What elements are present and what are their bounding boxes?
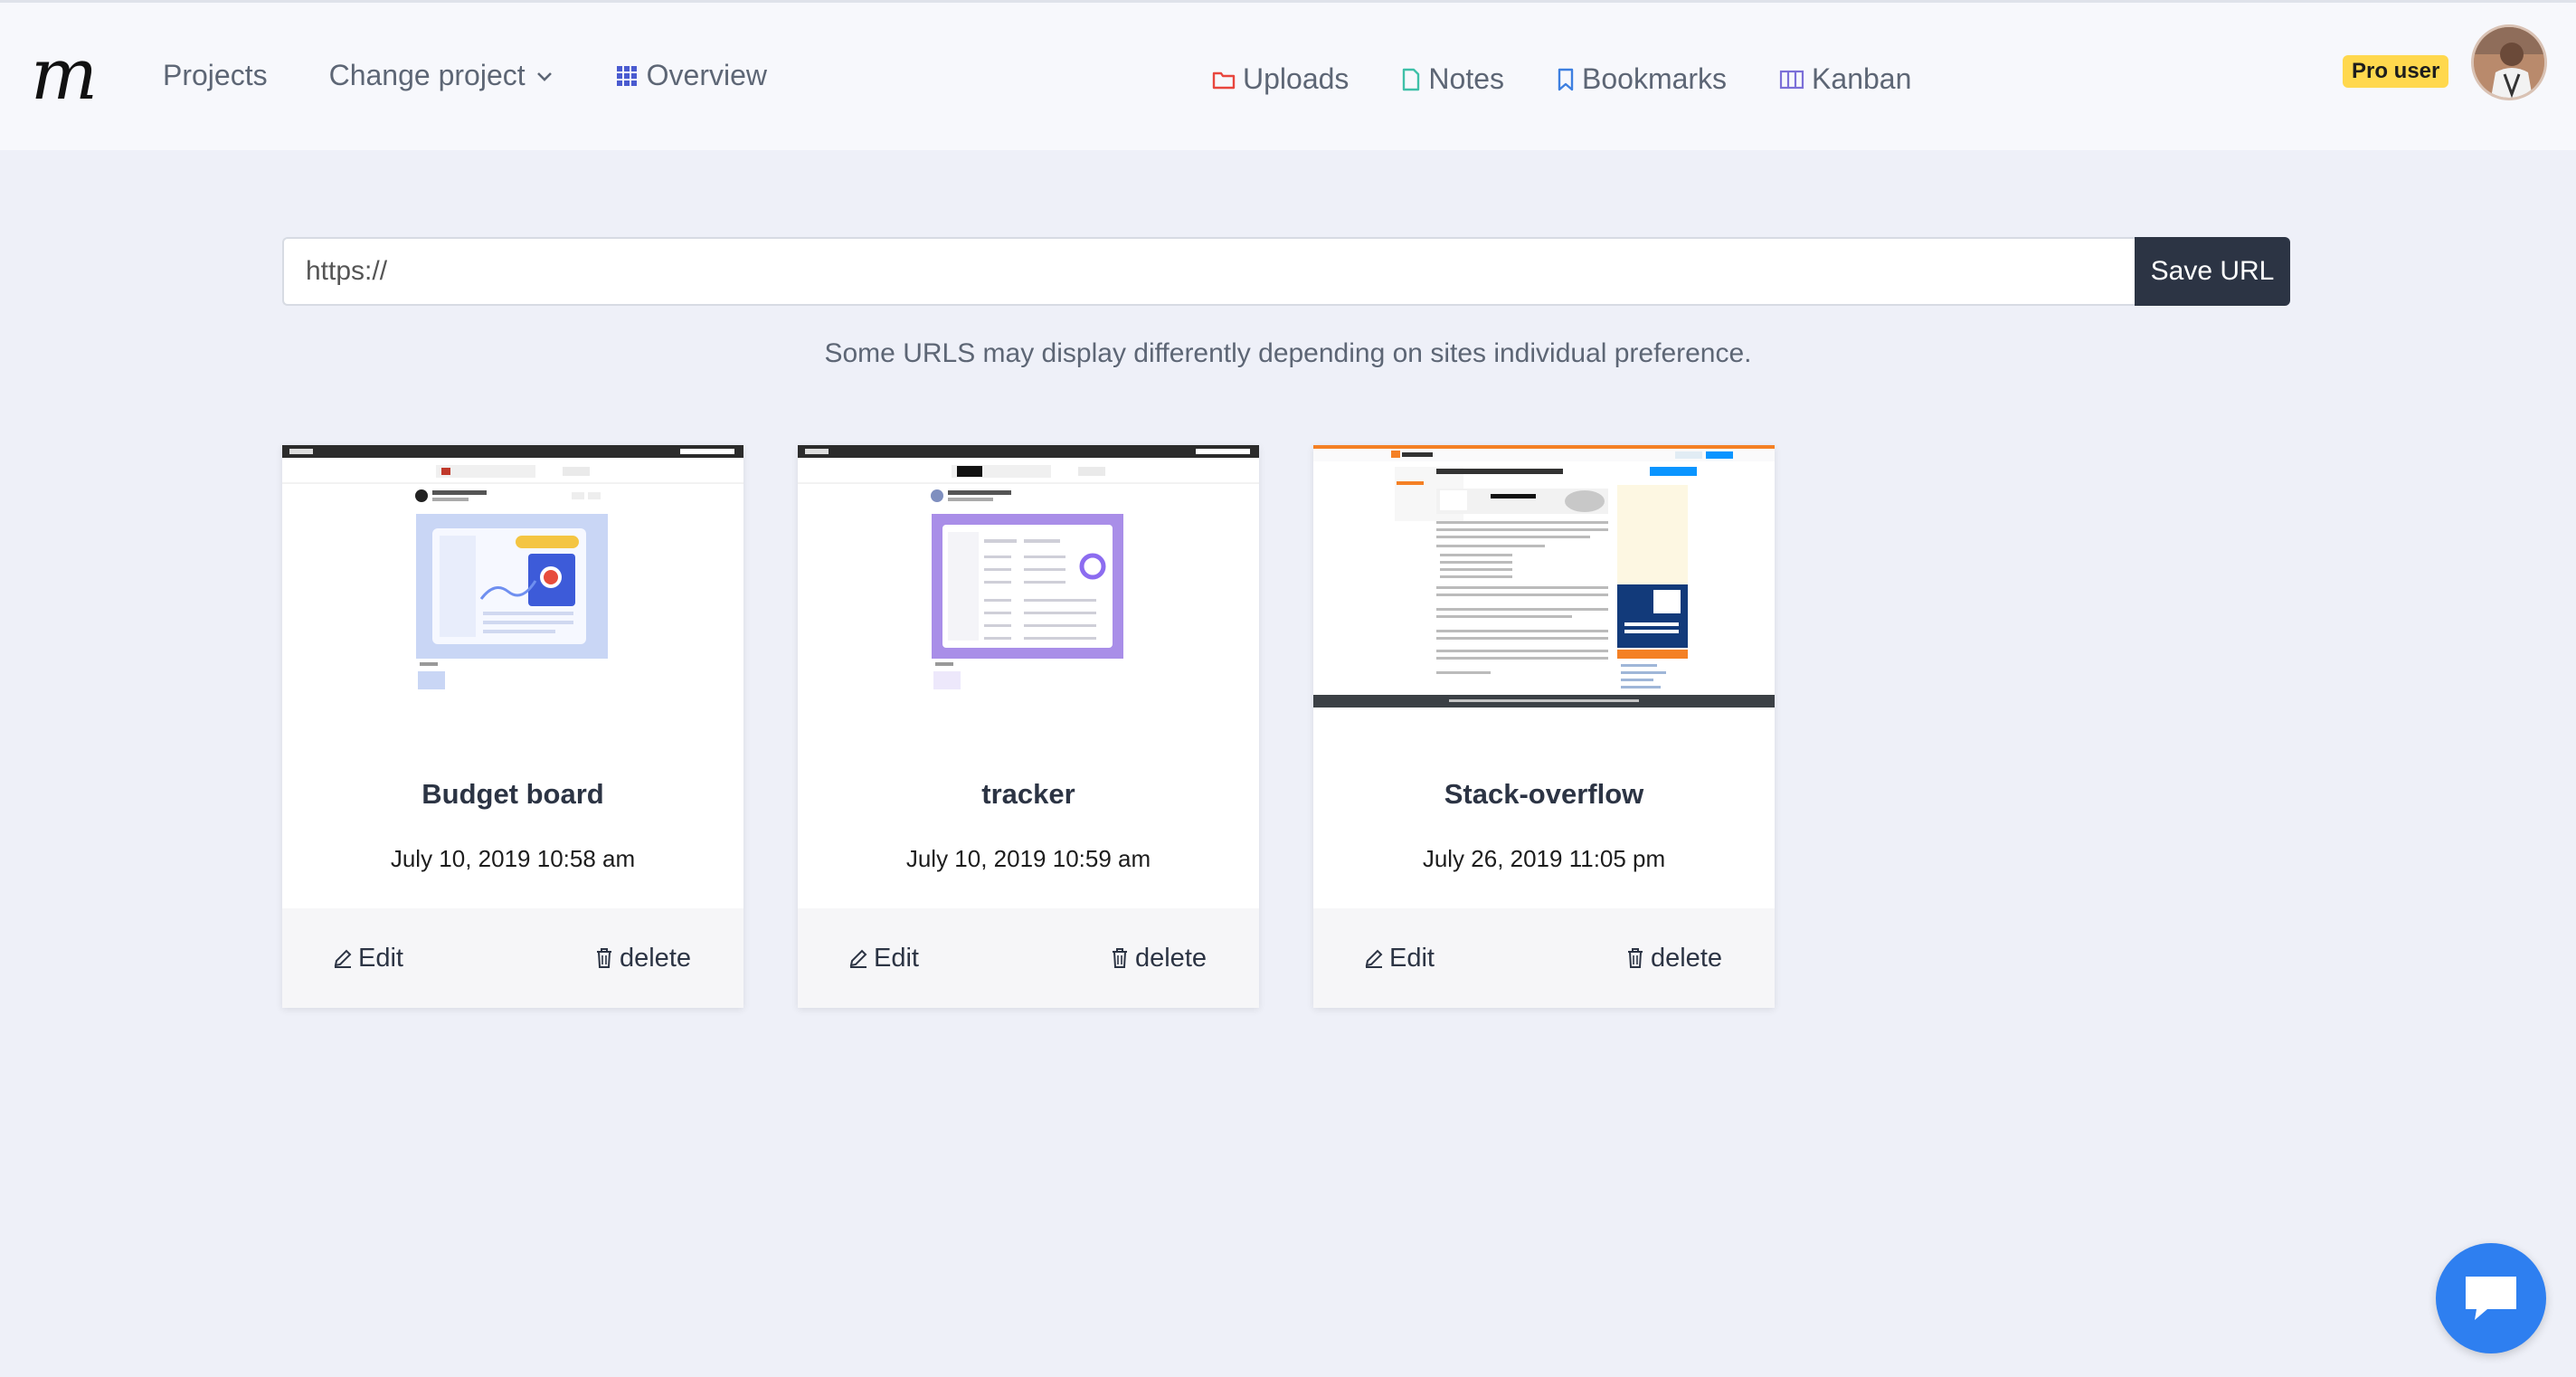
edit-label: Edit <box>1389 943 1435 973</box>
nav-bookmarks-label: Bookmarks <box>1582 62 1728 95</box>
card-date: July 10, 2019 10:59 am <box>905 845 1151 872</box>
trash-icon <box>1112 948 1127 968</box>
user-avatar[interactable] <box>2471 24 2547 100</box>
edit-label: Edit <box>358 943 403 973</box>
trash-icon <box>1627 948 1643 968</box>
nav-projects-label: Projects <box>163 59 268 91</box>
url-form: Save URL <box>282 237 2290 306</box>
bookmark-card[interactable]: tracker July 10, 2019 10:59 am Edit dele… <box>798 445 1259 1008</box>
delete-label: delete <box>1134 943 1207 973</box>
nav-change-project-dropdown[interactable]: Change project <box>329 59 554 92</box>
pro-user-badge: Pro user <box>2343 55 2449 88</box>
bookmark-card[interactable]: Stack-overflow July 26, 2019 11:05 pm Ed… <box>1313 445 1775 1008</box>
nav-bookmarks[interactable]: Bookmarks <box>1557 62 1727 96</box>
edit-button[interactable]: Edit <box>333 944 403 973</box>
site-preview-thumbnail[interactable] <box>282 445 743 707</box>
nav-uploads[interactable]: Uploads <box>1212 62 1349 96</box>
bookmark-cards: Budget board July 10, 2019 10:58 am Edit… <box>282 445 1775 1008</box>
card-date: July 10, 2019 10:58 am <box>390 845 636 872</box>
url-input[interactable] <box>282 237 2135 306</box>
nav-notes[interactable]: Notes <box>1401 62 1504 96</box>
site-preview-thumbnail[interactable] <box>1313 445 1775 707</box>
nav-projects[interactable]: Projects <box>163 59 268 92</box>
nav-change-project-label: Change project <box>328 59 526 91</box>
primary-nav: Projects Change project Overview <box>163 59 767 92</box>
columns-icon <box>1779 70 1804 89</box>
url-display-note: Some URLS may display differently depend… <box>824 338 1752 368</box>
card-title: Budget board <box>421 778 604 810</box>
site-preview-thumbnail[interactable] <box>798 445 1259 707</box>
app-logo[interactable]: m <box>31 39 109 111</box>
chevron-down-icon <box>536 71 552 81</box>
delete-label: delete <box>619 943 691 973</box>
document-icon <box>1403 68 1420 90</box>
save-url-button[interactable]: Save URL <box>2135 237 2290 306</box>
bookmark-card[interactable]: Budget board July 10, 2019 10:58 am Edit… <box>282 445 743 1008</box>
delete-button[interactable]: delete <box>1110 944 1207 973</box>
edit-button[interactable]: Edit <box>1364 944 1435 973</box>
trash-icon <box>596 948 611 968</box>
nav-uploads-label: Uploads <box>1243 62 1350 95</box>
card-actions: Edit delete <box>1313 908 1775 1008</box>
chat-support-button[interactable] <box>2436 1243 2546 1353</box>
chat-bubble-icon <box>2466 1277 2516 1320</box>
edit-label: Edit <box>874 943 919 973</box>
delete-button[interactable]: delete <box>1625 944 1722 973</box>
pencil-icon <box>849 949 867 968</box>
folder-icon <box>1212 71 1236 89</box>
top-navigation: m Projects Change project Overview Uploa… <box>0 0 2576 150</box>
section-nav: Uploads Notes Bookmarks Kanban <box>1212 62 1911 96</box>
card-actions: Edit delete <box>798 908 1259 1008</box>
card-title: Stack-overflow <box>1444 778 1644 810</box>
grid-icon <box>616 65 637 86</box>
pencil-icon <box>334 949 352 968</box>
nav-kanban[interactable]: Kanban <box>1779 62 1911 96</box>
avatar-image <box>2474 27 2544 98</box>
card-title: tracker <box>981 778 1075 810</box>
card-actions: Edit delete <box>282 908 743 1008</box>
bookmark-icon <box>1558 68 1574 90</box>
edit-button[interactable]: Edit <box>848 944 919 973</box>
nav-notes-label: Notes <box>1428 62 1504 95</box>
delete-label: delete <box>1650 943 1722 973</box>
card-date: July 26, 2019 11:05 pm <box>1422 845 1666 872</box>
nav-overview[interactable]: Overview <box>616 59 767 92</box>
nav-overview-label: Overview <box>646 59 767 91</box>
pencil-icon <box>1365 949 1383 968</box>
delete-button[interactable]: delete <box>594 944 691 973</box>
nav-kanban-label: Kanban <box>1812 62 1912 95</box>
